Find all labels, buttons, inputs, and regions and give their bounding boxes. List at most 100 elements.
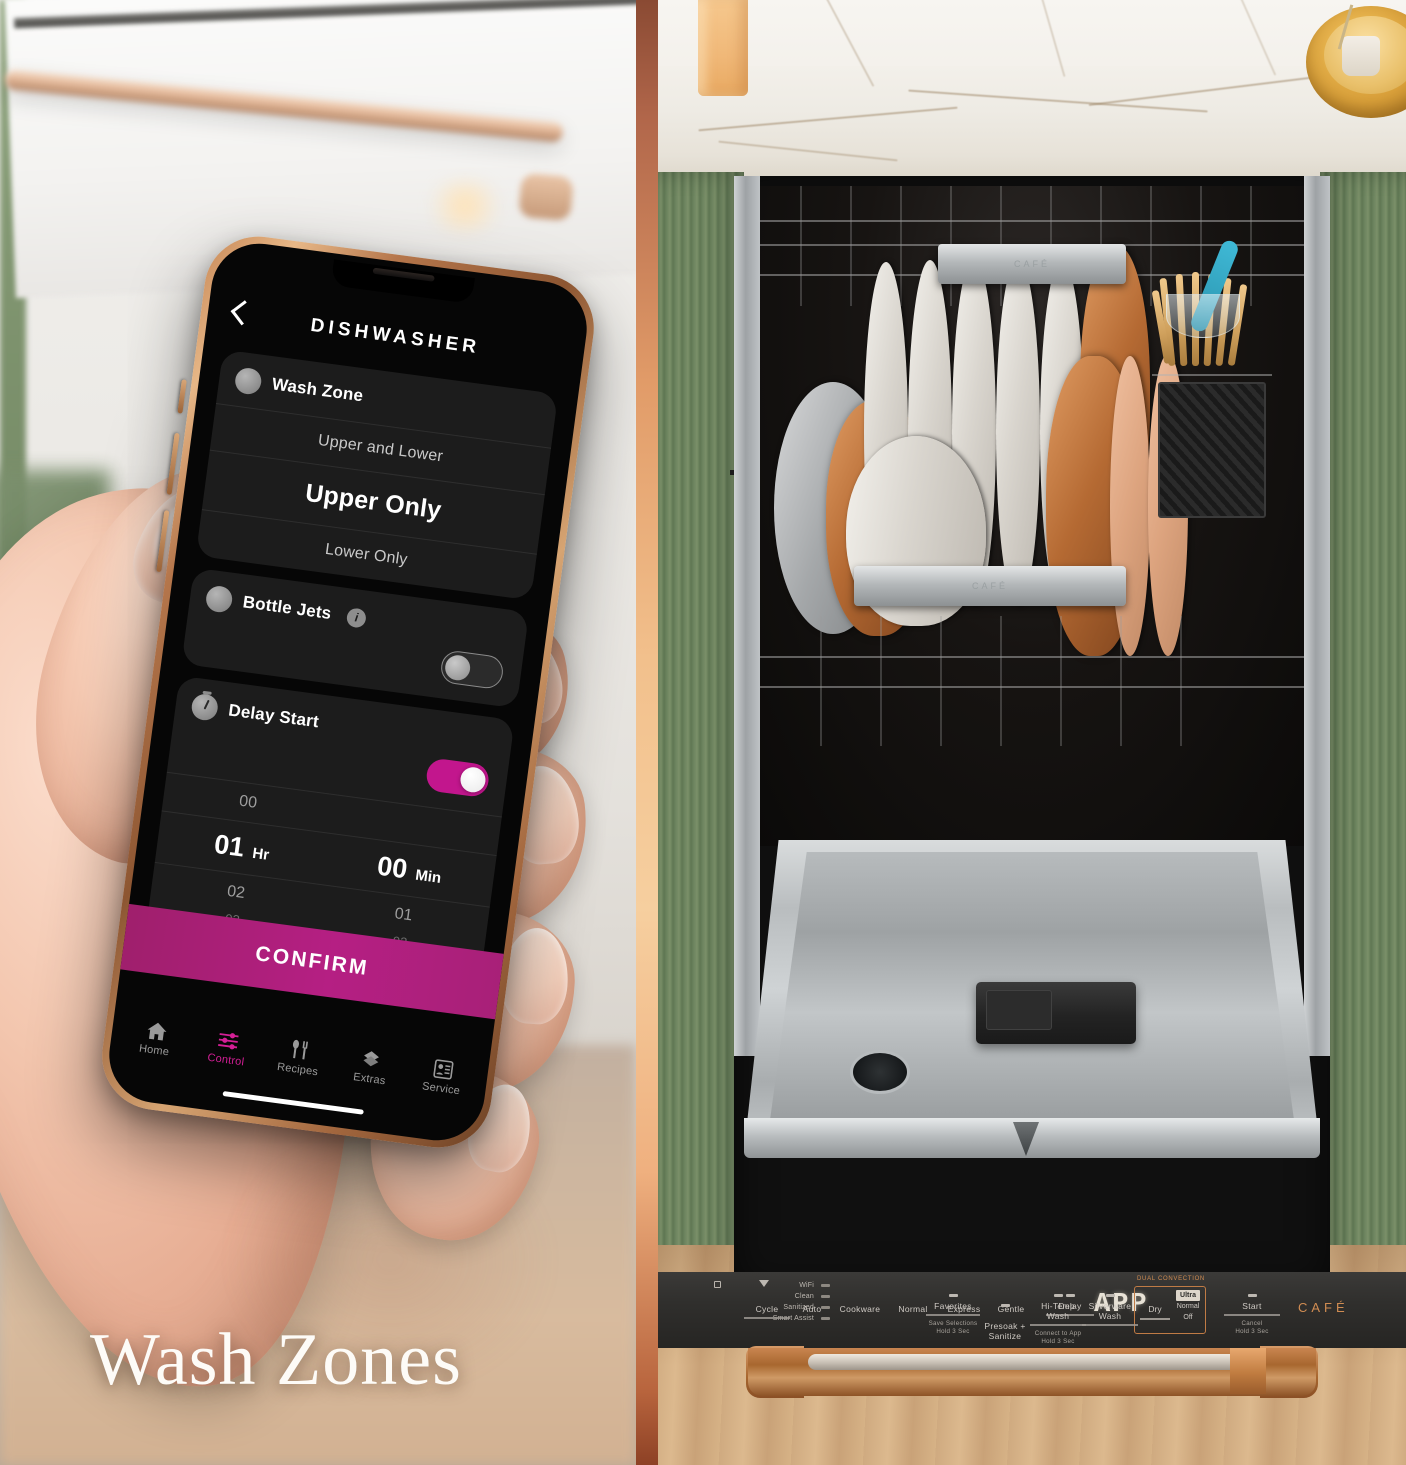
- delay-start-toggle[interactable]: [424, 757, 491, 799]
- minutes-below-1-value: 01: [393, 905, 414, 925]
- dishwasher-control-panel: WiFi Clean Sanitized Smart Assist Cycle …: [658, 1272, 1406, 1356]
- favorites-sublabel: Save Selections Hold 3 Sec: [928, 1319, 978, 1335]
- drain-filter: [850, 1050, 910, 1094]
- right-photo-panel: CAFÉ CAFÉ WiFi Clean Sanitized Smart Ass…: [658, 0, 1406, 1465]
- info-icon[interactable]: i: [345, 606, 368, 629]
- rack-wire: [1200, 186, 1202, 306]
- toggle-knob: [443, 653, 472, 682]
- rack-wire: [1180, 616, 1182, 746]
- cycle-cookware-button[interactable]: Cookware: [830, 1304, 890, 1314]
- hours-value: 01: [212, 828, 247, 863]
- tab-extras[interactable]: Extras: [336, 1043, 406, 1089]
- hi-temp-sublabel: Connect to App Hold 3 Sec: [1034, 1329, 1082, 1345]
- kickplate-copper-band: [1230, 1348, 1266, 1394]
- circle-icon: [204, 584, 234, 614]
- hours-unit: Hr: [251, 844, 271, 864]
- plate: [996, 258, 1040, 606]
- rack-wire: [760, 656, 1304, 658]
- wine-glass: [1166, 294, 1240, 338]
- favorites-button[interactable]: Favorites Save Selections Hold 3 Sec: [926, 1294, 980, 1336]
- dry-level-ultra[interactable]: Ultra: [1170, 1290, 1206, 1301]
- silverware-wash-button[interactable]: Silverware Wash: [1082, 1294, 1138, 1326]
- dry-button[interactable]: Dry: [1138, 1304, 1172, 1320]
- cycle-group-label: Cycle: [755, 1304, 779, 1314]
- wash-zone-label: Wash Zone: [270, 374, 365, 406]
- rack-wire: [1250, 186, 1252, 306]
- tub-edge-left: [734, 176, 760, 1056]
- brand-logo: CAFÉ: [1298, 1300, 1349, 1315]
- timer-icon: [190, 692, 220, 722]
- start-button[interactable]: Start Cancel Hold 3 Sec: [1224, 1294, 1280, 1336]
- silverware-wash-button-indicator-dash: [1105, 1294, 1115, 1297]
- handle-glow-decor: [420, 180, 510, 232]
- tab-extras-label: Extras: [352, 1071, 387, 1088]
- bottle-jets-toggle[interactable]: [439, 649, 505, 691]
- status-clean: Clean: [710, 1291, 830, 1302]
- panel-divider: [636, 0, 658, 1465]
- rack-wire: [850, 186, 852, 306]
- tab-recipes[interactable]: Recipes: [264, 1034, 334, 1080]
- favorites-label: Favorites: [934, 1301, 972, 1311]
- phone-mute-switch[interactable]: [177, 379, 187, 414]
- cycle-auto-button[interactable]: Auto: [792, 1304, 832, 1314]
- headline-wash-zones: Wash Zones: [90, 1319, 462, 1401]
- rack-wire: [900, 186, 902, 306]
- rack-wire: [940, 616, 942, 746]
- appliance-handle-end: [518, 172, 574, 222]
- start-button-indicator-dash: [1247, 1294, 1257, 1297]
- minutes-unit: Min: [414, 866, 443, 887]
- home-indicator[interactable]: [222, 1090, 364, 1115]
- dishwasher-interior: CAFÉ: [760, 186, 1304, 846]
- screenshot-root: DISHWASHER Wash Zone Upper and Lower Upp…: [0, 0, 1406, 1465]
- left-photo-panel: DISHWASHER Wash Zone Upper and Lower Upp…: [0, 0, 636, 1465]
- sliders-icon: [216, 1027, 241, 1052]
- tub-edge-right: [1304, 176, 1330, 1056]
- cycle-auto-label: Auto: [802, 1304, 822, 1314]
- upper-rack-handle[interactable]: CAFÉ: [938, 244, 1126, 284]
- third-rack-wire: [1152, 374, 1272, 376]
- tab-recipes-label: Recipes: [276, 1060, 319, 1079]
- tab-service-label: Service: [421, 1080, 461, 1098]
- presoak-indicator-dash: [1000, 1304, 1010, 1307]
- start-button-sublabel: Cancel Hold 3 Sec: [1235, 1319, 1269, 1335]
- hi-temp-underline-decor: [1030, 1324, 1086, 1326]
- rack-wire: [880, 616, 882, 746]
- terracotta-plate: [1110, 356, 1150, 656]
- tray-cup: [1342, 36, 1380, 76]
- dry-level-off-label[interactable]: Off: [1170, 1312, 1206, 1323]
- rack-wire: [1120, 616, 1122, 746]
- status-wifi: WiFi: [710, 1280, 830, 1291]
- presoak-sanitize-label: Presoak + Sanitize: [984, 1321, 1026, 1341]
- juice-glass: [698, 0, 748, 96]
- cycle-group-button[interactable]: Cycle: [744, 1304, 790, 1319]
- start-button-underline-decor: [1224, 1314, 1280, 1316]
- hours-below-1-value: 02: [226, 882, 246, 903]
- favorites-underline-decor: [926, 1314, 980, 1316]
- bottom-tab-bar: Home Control Recipes Extras Service: [109, 1013, 489, 1101]
- cabinet-left: [658, 172, 744, 1287]
- detergent-dispenser-lid[interactable]: [986, 990, 1052, 1030]
- favorites-indicator-dash: [948, 1294, 958, 1297]
- dry-level-normal-label[interactable]: Normal: [1170, 1301, 1206, 1312]
- rack-wire: [1150, 186, 1152, 306]
- service-card-icon: [433, 1056, 455, 1080]
- hi-temp-wash-button[interactable]: Hi-Temp Wash Connect to App Hold 3 Sec: [1030, 1294, 1086, 1346]
- tab-control[interactable]: Control: [192, 1024, 262, 1070]
- lower-rack-handle[interactable]: CAFÉ: [854, 566, 1126, 606]
- utensils-icon: [289, 1037, 312, 1061]
- home-icon: [145, 1017, 169, 1042]
- circle-icon: [233, 366, 263, 396]
- tab-home-label: Home: [138, 1042, 170, 1059]
- kickplate-steel-trim: [808, 1354, 1256, 1370]
- rack-wire: [760, 686, 1304, 688]
- rack-wire: [760, 220, 1304, 222]
- dry-level-options: Ultra Normal Off: [1170, 1290, 1206, 1323]
- rack-wire: [800, 186, 802, 306]
- toggle-knob: [458, 765, 488, 794]
- tab-home[interactable]: Home: [121, 1014, 191, 1060]
- rack-wire: [1000, 616, 1002, 746]
- dry-level-ultra-label: Ultra: [1176, 1290, 1200, 1301]
- tab-service[interactable]: Service: [408, 1053, 478, 1099]
- start-button-label: Start: [1242, 1301, 1262, 1311]
- dry-label: Dry: [1148, 1304, 1162, 1314]
